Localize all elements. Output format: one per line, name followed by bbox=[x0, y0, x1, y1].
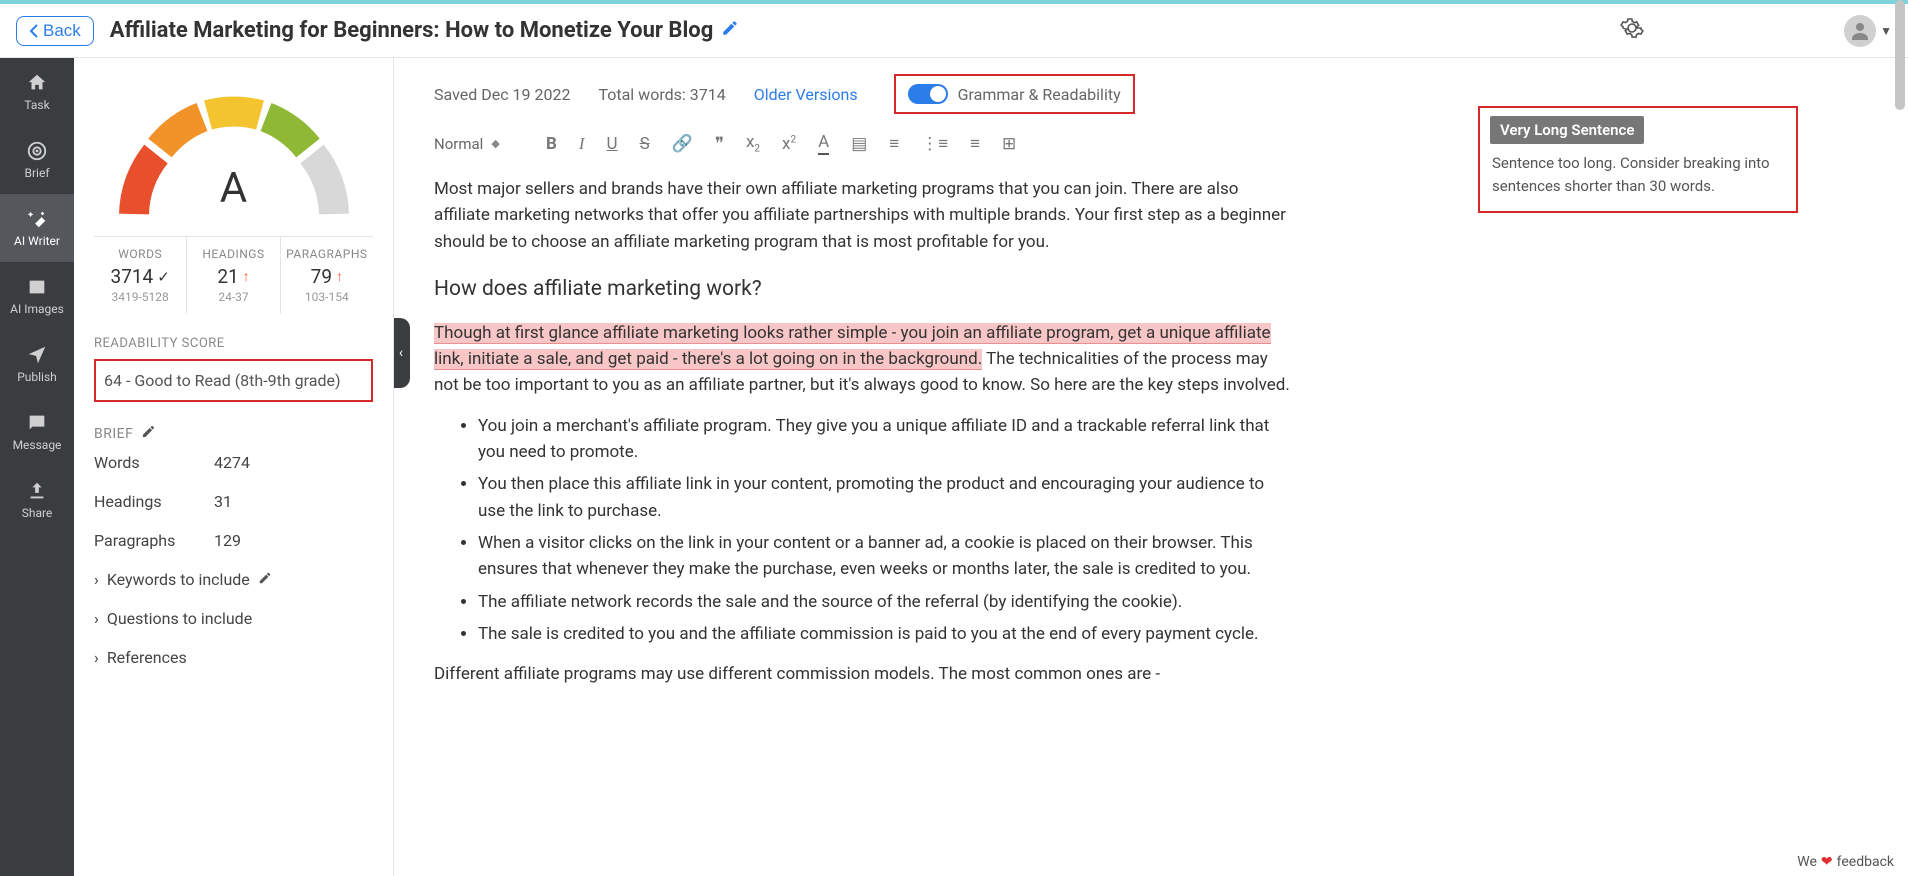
indent-button[interactable]: ≡ bbox=[970, 134, 980, 154]
superscript-button[interactable]: x2 bbox=[782, 134, 796, 154]
nav-label: Task bbox=[24, 98, 49, 112]
back-label: Back bbox=[43, 21, 81, 41]
nav-share[interactable]: Share bbox=[0, 466, 74, 534]
score-gauge: A bbox=[104, 74, 364, 224]
settings-icon[interactable] bbox=[1620, 16, 1644, 46]
link-button[interactable]: 🔗 bbox=[672, 134, 693, 154]
nav-label: Publish bbox=[17, 370, 57, 384]
nav-ai-images[interactable]: AI Images bbox=[0, 262, 74, 330]
nav-label: AI Images bbox=[10, 302, 64, 316]
stat-words: WORDS 3714✓ 3419-5128 bbox=[94, 237, 187, 314]
brief-headings: Headings31 bbox=[94, 482, 373, 521]
expand-questions[interactable]: ›Questions to include bbox=[94, 599, 373, 638]
heart-icon: ❤ bbox=[1821, 854, 1833, 870]
paragraph: Most major sellers and brands have their… bbox=[434, 176, 1294, 255]
list-item: You join a merchant's affiliate program.… bbox=[478, 413, 1294, 466]
nav-publish[interactable]: Publish bbox=[0, 330, 74, 398]
header-bar: Back Affiliate Marketing for Beginners: … bbox=[0, 4, 1908, 58]
arrow-up-icon: ↑ bbox=[243, 268, 250, 285]
strike-button[interactable]: S bbox=[640, 134, 650, 154]
stats-row: WORDS 3714✓ 3419-5128 HEADINGS 21↑ 24-37… bbox=[94, 236, 373, 314]
nav-task[interactable]: Task bbox=[0, 58, 74, 126]
chevron-right-icon: › bbox=[94, 570, 99, 589]
list-item: When a visitor clicks on the link in you… bbox=[478, 530, 1294, 583]
brief-header: BRIEF bbox=[94, 424, 373, 443]
arrow-up-icon: ↑ bbox=[336, 268, 343, 285]
vertical-scrollbar[interactable] bbox=[1894, 58, 1906, 876]
panel-collapse-handle[interactable]: ‹ bbox=[394, 318, 410, 388]
chevron-right-icon: › bbox=[94, 609, 99, 628]
total-words: Total words: 3714 bbox=[598, 85, 725, 104]
tooltip-title: Very Long Sentence bbox=[1490, 116, 1644, 144]
edit-title-icon[interactable] bbox=[721, 19, 739, 42]
paragraph: Though at first glance affiliate marketi… bbox=[434, 320, 1294, 399]
subscript-button[interactable]: x2 bbox=[746, 132, 760, 154]
stat-paragraphs: PARAGRAPHS 79↑ 103-154 bbox=[281, 237, 373, 314]
page-title: Affiliate Marketing for Beginners: How t… bbox=[110, 18, 713, 43]
feedback-link[interactable]: We ❤ feedback bbox=[1797, 854, 1894, 870]
nav-brief[interactable]: Brief bbox=[0, 126, 74, 194]
nav-label: AI Writer bbox=[14, 234, 60, 248]
grade-letter: A bbox=[220, 164, 247, 213]
expand-keywords[interactable]: ›Keywords to include bbox=[94, 560, 373, 599]
user-avatar[interactable] bbox=[1844, 15, 1876, 47]
format-select[interactable]: Normal◆ bbox=[434, 135, 524, 153]
expand-references[interactable]: ›References bbox=[94, 638, 373, 677]
sidebar-nav: Task Brief AI Writer AI Images Publish M… bbox=[0, 58, 74, 876]
back-button[interactable]: Back bbox=[16, 16, 94, 46]
older-versions-link[interactable]: Older Versions bbox=[754, 85, 858, 104]
underline-button[interactable]: U bbox=[607, 134, 618, 154]
stat-headings: HEADINGS 21↑ 24-37 bbox=[187, 237, 280, 314]
readability-label: READABILITY SCORE bbox=[94, 336, 373, 351]
chevron-left-icon bbox=[29, 24, 39, 38]
readability-score: 64 - Good to Read (8th-9th grade) bbox=[94, 359, 373, 402]
unordered-list-button[interactable]: ⋮≡ bbox=[921, 134, 948, 154]
score-panel: A WORDS 3714✓ 3419-5128 HEADINGS 21↑ 24-… bbox=[74, 58, 394, 876]
bold-button[interactable]: B bbox=[546, 134, 557, 154]
user-menu-caret-icon[interactable]: ▼ bbox=[1880, 24, 1892, 38]
nav-label: Message bbox=[13, 438, 62, 452]
bullet-list: You join a merchant's affiliate program.… bbox=[434, 413, 1294, 648]
list-item: The sale is credited to you and the affi… bbox=[478, 621, 1294, 647]
grammar-toggle-group: Grammar & Readability bbox=[894, 74, 1135, 114]
heading: How does affiliate marketing work? bbox=[434, 273, 1294, 306]
grammar-tooltip: Very Long Sentence Sentence too long. Co… bbox=[1478, 106, 1798, 213]
list-item: The affiliate network records the sale a… bbox=[478, 589, 1294, 615]
list-item: You then place this affiliate link in yo… bbox=[478, 471, 1294, 524]
editor-content[interactable]: Most major sellers and brands have their… bbox=[394, 170, 1334, 722]
editor-main: ‹ Saved Dec 19 2022 Total words: 3714 Ol… bbox=[394, 58, 1908, 876]
edit-icon[interactable] bbox=[258, 570, 272, 589]
brief-paragraphs: Paragraphs129 bbox=[94, 521, 373, 560]
tooltip-body: Sentence too long. Consider breaking int… bbox=[1480, 152, 1796, 211]
paragraph: Different affiliate programs may use dif… bbox=[434, 661, 1294, 687]
nav-ai-writer[interactable]: AI Writer bbox=[0, 194, 74, 262]
nav-label: Brief bbox=[25, 166, 50, 180]
ordered-list-button[interactable]: ≡ bbox=[889, 134, 899, 154]
nav-message[interactable]: Message bbox=[0, 398, 74, 466]
grammar-toggle[interactable] bbox=[908, 84, 948, 104]
italic-button[interactable]: I bbox=[579, 134, 585, 154]
text-color-button[interactable]: A bbox=[818, 132, 829, 155]
grammar-label: Grammar & Readability bbox=[958, 85, 1121, 104]
highlight-button[interactable]: ▤ bbox=[851, 134, 867, 154]
brief-words: Words4274 bbox=[94, 443, 373, 482]
nav-label: Share bbox=[22, 506, 53, 520]
check-icon: ✓ bbox=[157, 268, 170, 286]
edit-brief-icon[interactable] bbox=[141, 424, 156, 443]
more-button[interactable]: ⊞ bbox=[1002, 134, 1016, 154]
saved-timestamp: Saved Dec 19 2022 bbox=[434, 85, 570, 104]
chevron-right-icon: › bbox=[94, 648, 99, 667]
quote-button[interactable]: ❞ bbox=[715, 134, 724, 154]
